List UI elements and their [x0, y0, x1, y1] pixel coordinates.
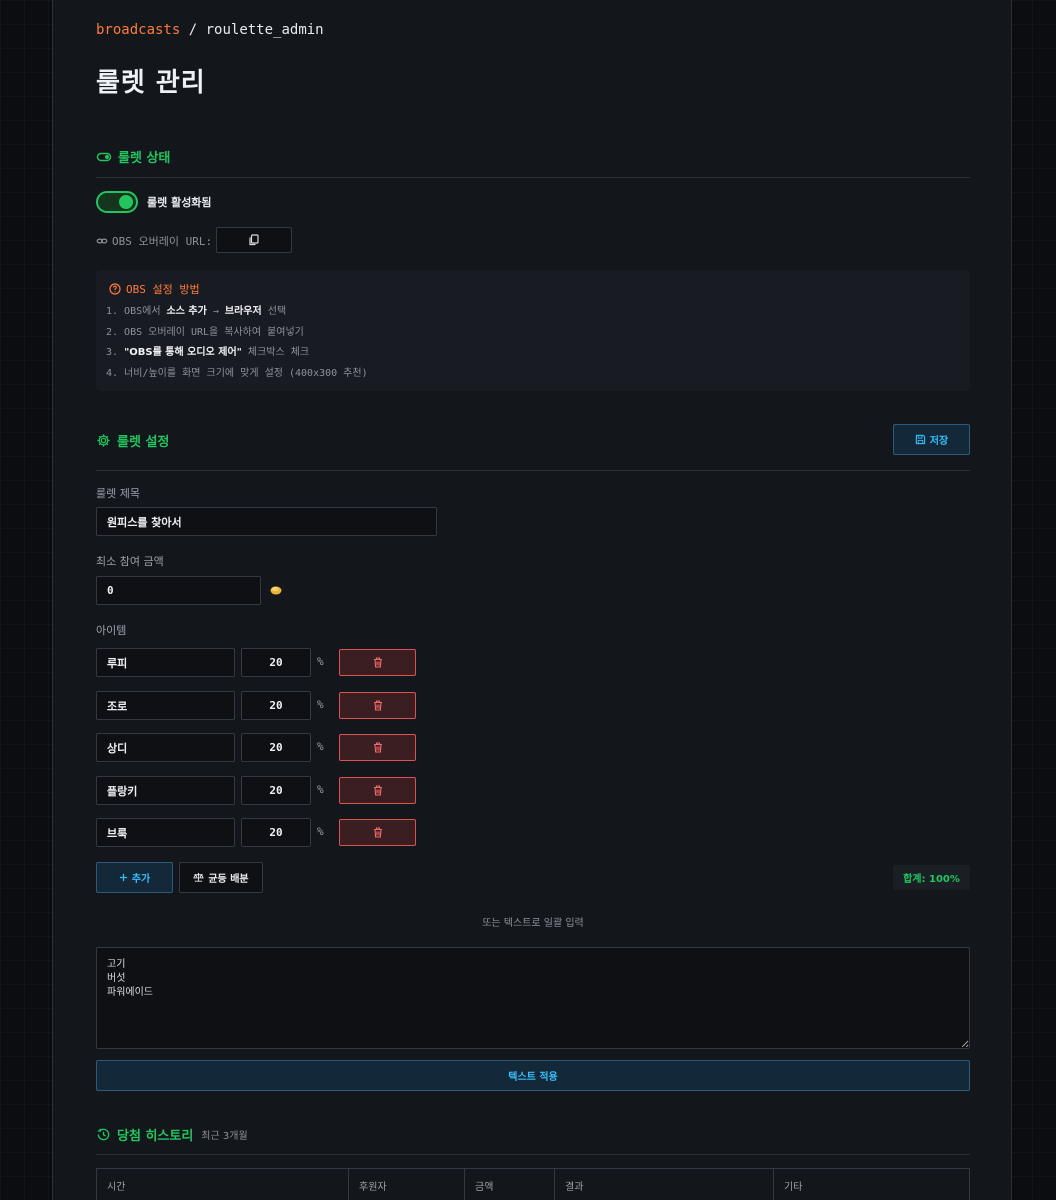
item-percent-input[interactable] [241, 776, 311, 805]
main-panel: broadcasts / roulette_admin 룰렛 관리 룰렛 상태 … [52, 0, 1012, 1200]
trash-icon [373, 657, 383, 668]
status-section-title: 룰렛 상태 [118, 151, 171, 166]
title-field-label: 룰렛 제목 [96, 487, 140, 500]
min-amount-input[interactable] [96, 576, 261, 605]
guide-step: 4. 너비/높이를 화면 크기에 맞게 설정 (400x300 추천) [106, 367, 368, 379]
trash-icon [373, 700, 383, 711]
obs-url-label-row: OBS 오버레이 URL: [96, 233, 212, 249]
item-name-input[interactable] [96, 691, 235, 720]
obs-url-copy-field[interactable] [216, 227, 292, 253]
history-icon [96, 1127, 111, 1142]
status-section-header: 룰렛 상태 [96, 147, 170, 166]
breadcrumb-current: roulette_admin [205, 22, 324, 38]
guide-title-row: OBS 설정 방법 [109, 281, 200, 297]
settings-section-header: 룰렛 설정 [96, 431, 169, 450]
item-name-input[interactable] [96, 733, 235, 762]
percent-sign: % [317, 740, 324, 753]
toggle-label: 룰렛 활성화됨 [147, 196, 212, 209]
trash-icon [373, 785, 383, 796]
item-percent-input[interactable] [241, 818, 311, 847]
history-section-header: 당첨 히스토리 최근 3개월 [96, 1125, 248, 1144]
item-name-input[interactable] [96, 776, 235, 805]
save-button[interactable]: 저장 [893, 424, 970, 455]
guide-title: OBS 설정 방법 [126, 283, 200, 296]
delete-item-button[interactable] [339, 777, 416, 804]
item-percent-input[interactable] [241, 733, 311, 762]
history-header-row: 시간 후원자 금액 결과 기타 [96, 1168, 970, 1200]
gear-icon [96, 433, 111, 448]
breadcrumb-link-broadcasts[interactable]: broadcasts [96, 22, 180, 38]
toggle-icon [96, 149, 112, 165]
percent-sign: % [317, 825, 324, 838]
history-section-title: 당첨 히스토리 [117, 1129, 194, 1144]
bulk-input-label: 또는 텍스트로 일괄 입력 [482, 918, 584, 929]
delete-item-button[interactable] [339, 734, 416, 761]
column-header-amount[interactable]: 금액 [464, 1168, 555, 1200]
add-label: 추가 [131, 874, 151, 885]
copy-icon[interactable] [248, 234, 260, 246]
item-name-input[interactable] [96, 648, 235, 677]
item-percent-input[interactable] [241, 691, 311, 720]
breadcrumb: broadcasts / roulette_admin [96, 22, 324, 38]
trash-icon [373, 827, 383, 838]
save-icon [915, 434, 926, 445]
min-amount-label: 최소 참여 금액 [96, 555, 164, 568]
settings-section-title: 룰렛 설정 [117, 435, 170, 450]
breadcrumb-separator: / [188, 22, 198, 38]
column-header-time[interactable]: 시간 [96, 1168, 349, 1200]
total-badge: 합계: 100% [893, 865, 970, 890]
item-name-input[interactable] [96, 818, 235, 847]
percent-sign: % [317, 655, 324, 668]
column-header-donor[interactable]: 후원자 [348, 1168, 465, 1200]
guide-steps: 1. OBS에서 소스 추가 → 브라우저 선택 2. OBS 오버레이 URL… [106, 306, 368, 388]
coin-icon [269, 583, 283, 597]
percent-sign: % [317, 698, 324, 711]
status-divider [96, 177, 970, 178]
toggle-knob [119, 195, 133, 209]
trash-icon [373, 742, 383, 753]
delete-item-button[interactable] [339, 649, 416, 676]
item-percent-input[interactable] [241, 648, 311, 677]
items-label: 아이템 [96, 624, 127, 637]
scale-icon [193, 872, 205, 883]
page-title: 룰렛 관리 [96, 68, 206, 98]
guide-step: 3. "OBS를 통해 오디오 제어" 체크박스 체크 [106, 347, 310, 358]
even-label: 균등 배분 [208, 874, 249, 885]
add-item-button[interactable]: 추가 [96, 862, 173, 893]
roulette-title-input[interactable] [96, 507, 437, 536]
delete-item-button[interactable] [339, 819, 416, 846]
settings-divider [96, 470, 970, 471]
history-subtitle: 최근 3개월 [201, 1131, 248, 1142]
bulk-text-input[interactable]: 고기 버섯 파워에이드 [96, 947, 970, 1049]
obs-url-label: OBS 오버레이 URL: [112, 235, 213, 248]
help-circle-icon [109, 283, 121, 295]
percent-sign: % [317, 783, 324, 796]
guide-step: 1. OBS에서 소스 추가 → 브라우저 선택 [106, 306, 287, 317]
even-distribute-button[interactable]: 균등 배분 [179, 862, 263, 893]
roulette-active-toggle[interactable] [96, 191, 138, 213]
history-divider [96, 1154, 970, 1155]
guide-step: 2. OBS 오버레이 URL을 복사하여 붙여넣기 [106, 326, 304, 338]
apply-text-button[interactable]: 텍스트 적용 [96, 1060, 970, 1091]
history-table: 시간 후원자 금액 결과 기타 [96, 1168, 970, 1200]
plus-icon [119, 873, 128, 882]
column-header-etc[interactable]: 기타 [773, 1168, 970, 1200]
column-header-result[interactable]: 결과 [554, 1168, 774, 1200]
save-label: 저장 [929, 436, 949, 447]
delete-item-button[interactable] [339, 692, 416, 719]
link-icon [96, 236, 108, 246]
obs-setup-guide: OBS 설정 방법 1. OBS에서 소스 추가 → 브라우저 선택 2. OB… [96, 270, 970, 391]
